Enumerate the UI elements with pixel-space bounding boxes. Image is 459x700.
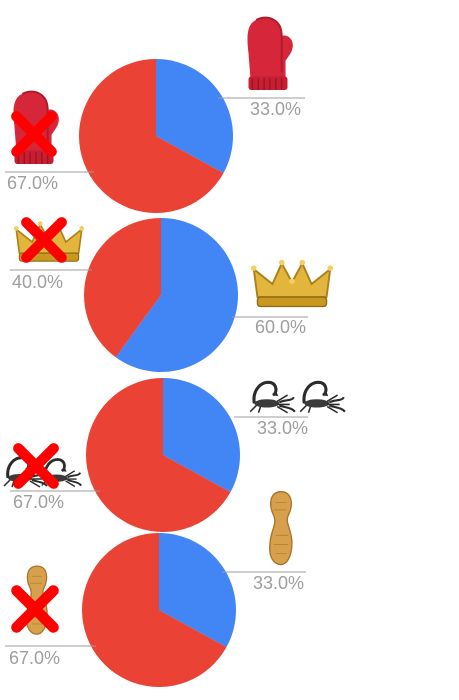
pie-chart-1: 33.0% 67.0% [5, 16, 305, 213]
mitten-icon [246, 16, 294, 92]
pie-chart-2: 60.0% 40.0% [10, 218, 335, 373]
slice-label-no: 67.0% [9, 648, 60, 668]
slice-label-yes: 33.0% [250, 99, 301, 119]
crown-icon [249, 258, 335, 308]
scorpion-icon [248, 380, 297, 414]
pie-charts-figure: 33.0% 67.0% 60.0% 40.0% 33.0% 67.0% 33.0… [2, 16, 347, 688]
slice-label-yes: 60.0% [255, 317, 306, 337]
slice-label-no: 67.0% [7, 173, 58, 193]
pie-chart-3: 33.0% 67.0% [2, 378, 347, 533]
slice-label-no: 67.0% [13, 492, 64, 512]
peanut-icon [269, 490, 293, 566]
slice-label-yes: 33.0% [253, 573, 304, 593]
scorpion-icon [298, 380, 347, 414]
slice-label-no: 40.0% [12, 272, 63, 292]
slice-label-yes: 33.0% [257, 418, 308, 438]
